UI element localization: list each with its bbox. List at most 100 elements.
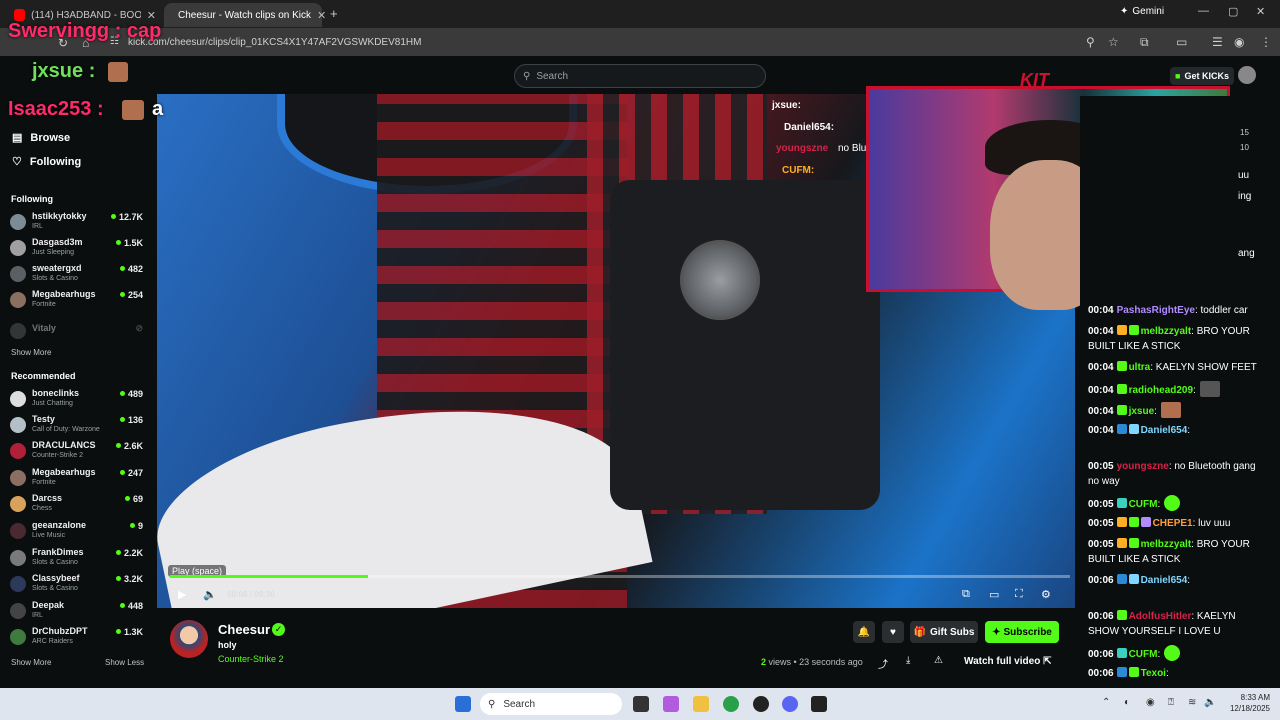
- recommended-heading: Recommended: [11, 371, 76, 381]
- viewer-count: 2.6K: [115, 441, 143, 451]
- viewer-count: 247: [119, 468, 143, 478]
- profile-icon[interactable]: ◉: [1234, 35, 1244, 49]
- settings-icon[interactable]: ⚙: [1041, 588, 1051, 601]
- taskbar-search[interactable]: ⚲ Search: [480, 693, 622, 715]
- theater-mode-icon[interactable]: ▭: [989, 588, 999, 601]
- volume-icon[interactable]: 🔈: [1204, 697, 1216, 708]
- channel-item[interactable]: Deepak IRL 448: [10, 600, 146, 624]
- show-more-following[interactable]: Show More: [11, 348, 51, 357]
- kicks-icon: ■: [1175, 71, 1181, 81]
- channel-item[interactable]: boneclinks Just Chatting 489: [10, 388, 146, 412]
- show-more-recommended[interactable]: Show More: [11, 658, 51, 667]
- discord-icon[interactable]: [782, 696, 798, 712]
- channel-name: Megabearhugs: [32, 467, 96, 477]
- time-display: 00:06 / 00:30: [227, 590, 275, 599]
- cast-icon[interactable]: ▭: [1176, 35, 1187, 49]
- clip-title: holy: [218, 640, 237, 650]
- tray-icon[interactable]: ◉: [1146, 697, 1155, 708]
- subscribe-button[interactable]: ✦ Subscribe: [985, 621, 1059, 643]
- tray-icon[interactable]: ◐: [1124, 697, 1130, 708]
- side-count: 15: [1240, 128, 1249, 137]
- close-icon[interactable]: ✕: [317, 9, 326, 22]
- reading-list-icon[interactable]: ☰: [1212, 35, 1223, 49]
- channel-item[interactable]: Megabearhugs Fortnite 247: [10, 467, 146, 491]
- channel-item[interactable]: hstikkytokky IRL 12.7K: [10, 211, 146, 235]
- watch-full-video-link[interactable]: Watch full video ⇱: [964, 656, 1051, 667]
- avatar: [10, 417, 26, 433]
- avatar: [10, 292, 26, 308]
- taskbar-clock[interactable]: 8:33 AM 12/18/2025: [1220, 692, 1270, 714]
- channel-name: Darcss: [32, 493, 63, 503]
- microphone-icon[interactable]: ⍰: [1168, 697, 1174, 708]
- fullscreen-icon[interactable]: ⛶: [1015, 588, 1023, 601]
- windows-start-icon[interactable]: [455, 696, 471, 712]
- offline-icon: ⊘: [135, 323, 143, 333]
- play-button[interactable]: ▶: [178, 588, 186, 601]
- bookmark-star-icon[interactable]: ☆: [1108, 35, 1119, 49]
- clock-date: 12/18/2025: [1229, 704, 1270, 713]
- volume-icon[interactable]: 🔈: [203, 588, 217, 601]
- app-icon[interactable]: [811, 696, 827, 712]
- wifi-icon[interactable]: ≋: [1188, 697, 1196, 708]
- gemini-button[interactable]: ✦ Gemini: [1120, 6, 1164, 17]
- task-view-icon[interactable]: [633, 696, 649, 712]
- channel-item[interactable]: Dasgasd3m Just Sleeping 1.5K: [10, 237, 146, 261]
- progress-bar[interactable]: [170, 575, 1070, 578]
- avatar: [10, 523, 26, 539]
- nav-following[interactable]: ♡ Following: [12, 155, 81, 169]
- nav-browse[interactable]: ▤ Browse: [12, 131, 70, 145]
- heart-icon: ♥: [890, 626, 896, 638]
- channel-category: Slots & Casino: [32, 275, 78, 282]
- get-kicks-button[interactable]: ■ Get KICKs: [1170, 67, 1234, 85]
- overlay-watermark: Swervingg : cap: [8, 20, 162, 42]
- minimize-button[interactable]: —: [1198, 5, 1209, 17]
- zoom-icon[interactable]: ⚲: [1086, 35, 1095, 49]
- search-input[interactable]: ⚲ Search: [514, 64, 766, 88]
- clip-category[interactable]: Counter-Strike 2: [218, 654, 284, 664]
- external-link-icon: ⇱: [1043, 656, 1052, 667]
- control-knob-scene: [680, 240, 760, 320]
- channel-name: DRACULANCS: [32, 440, 96, 450]
- gift-subs-button[interactable]: 🎁 Gift Subs: [910, 621, 978, 643]
- channel-item[interactable]: Megabearhugs Fortnite 254: [10, 289, 146, 313]
- miniplayer-icon[interactable]: ⧉: [962, 588, 970, 601]
- show-less-recommended[interactable]: Show Less: [105, 658, 144, 667]
- channel-item[interactable]: geeanzalone Live Music 9: [10, 520, 146, 544]
- channel-item[interactable]: DRACULANCS Counter-Strike 2 2.6K: [10, 440, 146, 464]
- chevron-up-icon[interactable]: ⌃: [1102, 697, 1110, 708]
- user-avatar[interactable]: [1238, 66, 1256, 84]
- avatar: [10, 214, 26, 230]
- tab-kick[interactable]: Cheesur - Watch clips on Kick ✕: [164, 3, 326, 27]
- channel-item[interactable]: Classybeef Slots & Casino 3.2K: [10, 573, 146, 597]
- channel-avatar[interactable]: [170, 620, 208, 658]
- copilot-icon[interactable]: [663, 696, 679, 712]
- url-text[interactable]: kick.com/cheesur/clips/clip_01KCS4X1Y47A…: [128, 37, 421, 48]
- channel-item[interactable]: Vitaly ⊘: [10, 320, 146, 344]
- chat-message: 00:06 Texoi:: [1088, 667, 1169, 679]
- download-icon[interactable]: ⤓: [906, 655, 910, 666]
- channel-item[interactable]: Testy Call of Duty: Warzone 136: [10, 414, 146, 438]
- share-icon[interactable]: ⤴: [878, 656, 888, 671]
- channel-name: Testy: [32, 414, 55, 424]
- extensions-icon[interactable]: ⧉: [1140, 35, 1149, 50]
- chrome-icon[interactable]: [723, 696, 739, 712]
- badge-icon: [1116, 648, 1127, 658]
- file-explorer-icon[interactable]: [693, 696, 709, 712]
- report-icon[interactable]: ⚠: [934, 655, 943, 666]
- follow-heart-button[interactable]: ♥: [882, 621, 904, 643]
- channel-item[interactable]: sweatergxd Slots & Casino 482: [10, 263, 146, 287]
- channel-item[interactable]: FrankDimes Slots & Casino 2.2K: [10, 547, 146, 571]
- channel-item[interactable]: DrChubzDPT ARC Raiders 1.3K: [10, 626, 146, 650]
- channel-item[interactable]: Darcss Chess 69: [10, 493, 146, 517]
- app-icon[interactable]: [753, 696, 769, 712]
- gemini-label: Gemini: [1132, 6, 1165, 17]
- window-close-button[interactable]: ✕: [1256, 5, 1265, 18]
- notification-bell-button[interactable]: 🔔: [853, 621, 875, 643]
- channel-category: Just Chatting: [32, 400, 73, 407]
- menu-icon[interactable]: ⋮: [1260, 35, 1272, 49]
- viewer-count: 1.3K: [115, 627, 143, 637]
- new-tab-button[interactable]: +: [330, 6, 338, 21]
- emote-icon: [1199, 381, 1220, 397]
- maximize-button[interactable]: ▢: [1228, 5, 1238, 18]
- channel-name[interactable]: Cheesur: [218, 622, 270, 637]
